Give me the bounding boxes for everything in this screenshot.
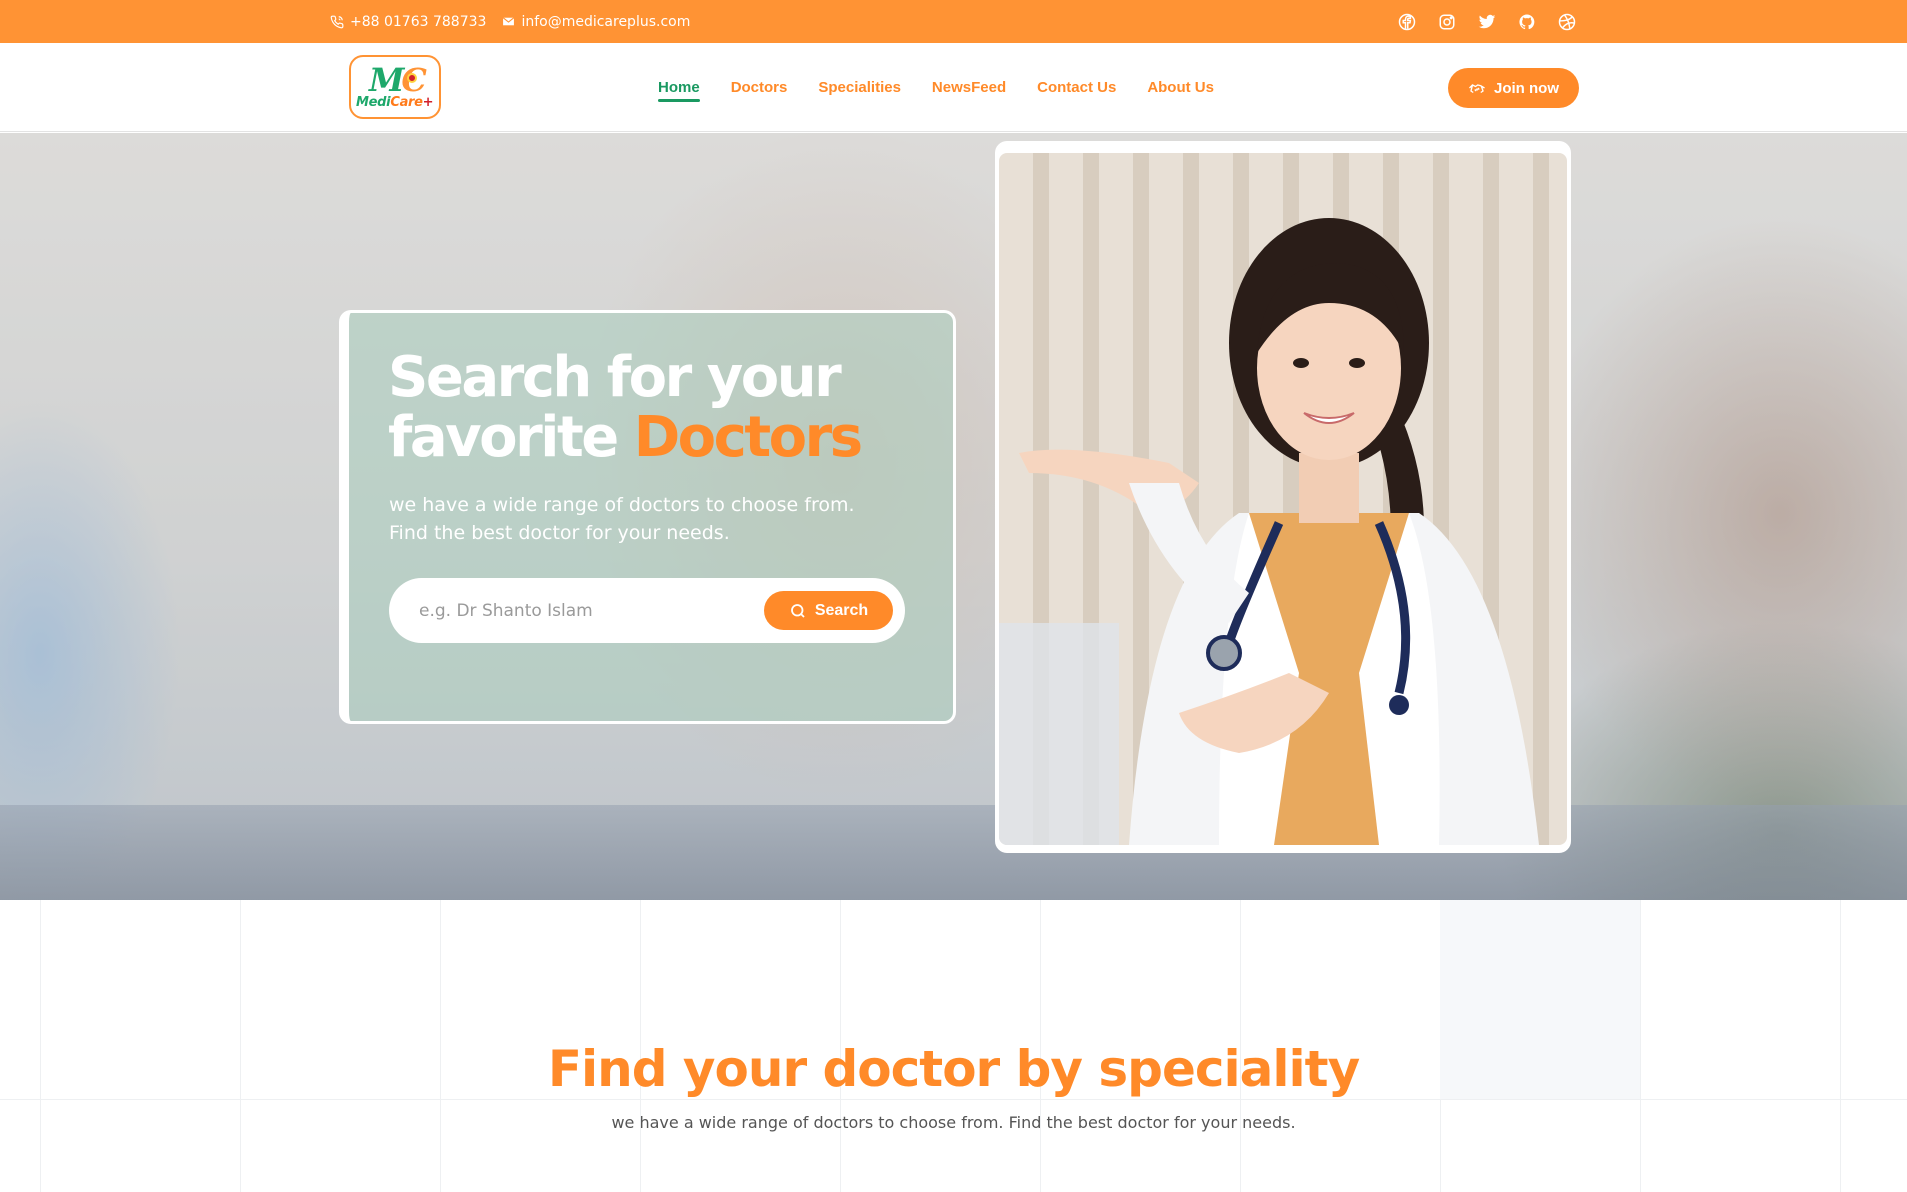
hero-subtext: we have a wide range of doctors to choos… bbox=[389, 491, 909, 547]
nav-home[interactable]: Home bbox=[658, 73, 700, 102]
join-now-button[interactable]: Join now bbox=[1448, 68, 1579, 108]
top-bar: +88 01763 788733 info@medicareplus.com bbox=[0, 0, 1907, 43]
nav-about-us[interactable]: About Us bbox=[1147, 73, 1214, 102]
phone-number: +88 01763 788733 bbox=[350, 13, 487, 30]
doctor-search-input[interactable] bbox=[419, 578, 719, 643]
phone-contact[interactable]: +88 01763 788733 bbox=[330, 14, 486, 30]
subtext-line-2: Find the best doctor for your needs. bbox=[389, 522, 730, 544]
speciality-section: Find your doctor by speciality we have a… bbox=[0, 900, 1907, 1192]
twitter-icon[interactable] bbox=[1478, 13, 1496, 31]
search-button[interactable]: Search bbox=[764, 591, 893, 630]
facebook-icon[interactable] bbox=[1398, 13, 1416, 31]
search-button-label: Search bbox=[814, 601, 869, 619]
headline-line-1: Search for your bbox=[388, 345, 842, 410]
github-icon[interactable] bbox=[1518, 13, 1536, 31]
mail-icon bbox=[503, 17, 515, 26]
headline-line-2: favorite bbox=[388, 405, 634, 470]
dribbble-icon[interactable] bbox=[1558, 13, 1576, 31]
hero-headline: Search for your favorite Doctors bbox=[388, 348, 928, 468]
hero-background-desk bbox=[0, 805, 1907, 900]
headline-accent: Doctors bbox=[633, 405, 863, 470]
logo-wordmark: MediCare+ bbox=[356, 95, 434, 110]
speciality-title: Find your doctor by speciality bbox=[547, 1040, 1360, 1098]
join-now-label: Join now bbox=[1494, 79, 1559, 97]
doctor-illustration bbox=[999, 218, 1539, 845]
contact-info: +88 01763 788733 info@medicareplus.com bbox=[330, 0, 690, 43]
speciality-subtitle: we have a wide range of doctors to choos… bbox=[611, 1113, 1296, 1132]
nav-specialities[interactable]: Specialities bbox=[818, 73, 901, 102]
email-contact[interactable]: info@medicareplus.com bbox=[502, 14, 690, 30]
nav-doctors[interactable]: Doctors bbox=[731, 73, 788, 102]
medicare-logo[interactable]: MC MediCare+ bbox=[349, 55, 441, 119]
instagram-icon[interactable] bbox=[1438, 13, 1456, 31]
phone-icon bbox=[330, 15, 344, 28]
nav-contact-us[interactable]: Contact Us bbox=[1037, 73, 1116, 102]
search-icon bbox=[790, 603, 805, 618]
doctor-photo bbox=[999, 153, 1567, 845]
nav-newsfeed[interactable]: NewsFeed bbox=[932, 73, 1006, 102]
handshake-icon bbox=[1469, 84, 1485, 94]
nav-menu: Home Doctors Specialities NewsFeed Conta… bbox=[658, 43, 1214, 131]
social-links bbox=[1398, 0, 1576, 43]
email-address: info@medicareplus.com bbox=[521, 13, 691, 30]
doctor-search-box: Search bbox=[389, 578, 905, 643]
doctor-photo-frame bbox=[995, 141, 1571, 853]
logo-eye-icon bbox=[407, 73, 417, 83]
main-navbar: MC MediCare+ Home Doctors Specialities N… bbox=[0, 43, 1907, 132]
subtext-line-1: we have a wide range of doctors to choos… bbox=[389, 494, 855, 516]
